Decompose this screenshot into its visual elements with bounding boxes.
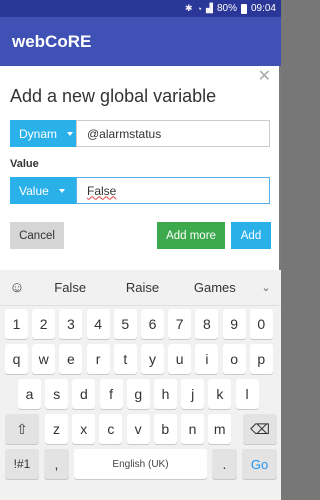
key[interactable]: j (181, 379, 205, 409)
caret-down-icon (58, 188, 65, 193)
shift-key[interactable]: ⇧ (5, 414, 39, 444)
key[interactable]: 6 (141, 309, 164, 339)
key[interactable]: 7 (168, 309, 192, 339)
battery-icon (240, 3, 247, 14)
key[interactable]: 8 (195, 309, 219, 339)
value-section-label: Value (10, 158, 39, 170)
wifi-icon: ◔ (196, 3, 203, 14)
key[interactable]: 4 (86, 309, 110, 339)
suggestion-item[interactable]: Raise (106, 280, 178, 295)
key[interactable]: z (45, 414, 68, 444)
comma-key[interactable]: , (44, 449, 69, 479)
value-type-label: Value (19, 183, 49, 198)
key[interactable]: m (208, 414, 232, 444)
go-key[interactable]: Go (242, 449, 277, 479)
value-text: False (87, 183, 117, 198)
key[interactable]: g (126, 379, 150, 409)
key[interactable]: o (222, 344, 246, 374)
key[interactable]: w (32, 344, 56, 374)
key[interactable]: y (141, 344, 164, 374)
signal-icon: ▟ (206, 3, 213, 13)
backspace-key[interactable]: ⌫ (243, 414, 277, 444)
key[interactable]: c (99, 414, 123, 444)
cancel-button[interactable]: Cancel (10, 222, 64, 249)
variable-type-dropdown[interactable]: Dynam (10, 120, 76, 147)
key[interactable]: v (126, 414, 150, 444)
value-row: Value False (10, 177, 270, 204)
key[interactable]: 0 (249, 309, 273, 339)
suggestion-bar: ☺ False Raise Games ⌄ (0, 270, 281, 306)
add-variable-dialog: ✕ Add a new global variable Dynam @alarm… (0, 66, 279, 270)
key[interactable]: i (195, 344, 219, 374)
variable-type-label: Dynam (19, 126, 58, 141)
app-title: webCoRE (12, 31, 92, 51)
key[interactable]: k (208, 379, 232, 409)
keyboard-row-z: ⇧ ⌫ zxcvbnm (0, 414, 281, 444)
add-more-button[interactable]: Add more (157, 222, 225, 249)
key[interactable]: e (59, 344, 83, 374)
space-key[interactable]: English (UK) (74, 449, 207, 479)
suggestion-item[interactable]: False (34, 280, 106, 295)
key[interactable]: x (72, 414, 96, 444)
key[interactable]: 9 (222, 309, 246, 339)
key[interactable]: h (154, 379, 177, 409)
keyboard-row-bottom: !#1 , English (UK) . Go (0, 449, 281, 479)
chevron-down-icon[interactable]: ⌄ (251, 281, 281, 294)
key[interactable]: b (153, 414, 177, 444)
value-type-dropdown[interactable]: Value (10, 177, 76, 204)
variable-name-text: @alarmstatus (87, 126, 162, 141)
keyboard: 1234567890 qwertyuiop asdfghjkl ⇧ ⌫ zxcv… (0, 306, 281, 500)
caret-down-icon (67, 131, 74, 136)
close-icon[interactable]: ✕ (258, 66, 271, 86)
key[interactable]: n (181, 414, 204, 444)
key[interactable]: d (72, 379, 96, 409)
key[interactable]: p (249, 344, 273, 374)
symbols-key[interactable]: !#1 (5, 449, 39, 479)
status-bar: ✱ ◔ ▟ 80% 09:04 (0, 0, 281, 17)
key[interactable]: f (99, 379, 123, 409)
keyboard-row-q: qwertyuiop (0, 344, 281, 374)
battery-percent: 80% (216, 3, 237, 14)
variable-name-input[interactable]: @alarmstatus (76, 120, 270, 147)
key[interactable]: s (45, 379, 69, 409)
key[interactable]: u (168, 344, 192, 374)
name-row: Dynam @alarmstatus (10, 120, 270, 147)
add-button[interactable]: Add (231, 222, 271, 249)
key[interactable]: 5 (113, 309, 137, 339)
key[interactable]: 2 (32, 309, 56, 339)
key[interactable]: a (18, 379, 41, 409)
dialog-title: Add a new global variable (10, 86, 217, 106)
emoji-icon[interactable]: ☺ (0, 279, 34, 296)
key[interactable]: l (235, 379, 259, 409)
suggestion-item[interactable]: Games (179, 280, 251, 295)
keyboard-row-numbers: 1234567890 (0, 309, 281, 339)
keyboard-row-a: asdfghjkl (0, 379, 281, 409)
key[interactable]: q (5, 344, 28, 374)
value-input[interactable]: False (76, 177, 270, 204)
key[interactable]: t (113, 344, 137, 374)
bluetooth-icon: ✱ (185, 3, 193, 13)
key[interactable]: 1 (5, 309, 28, 339)
app-bar: webCoRE (0, 17, 281, 66)
status-time: 09:04 (250, 3, 276, 14)
key[interactable]: 3 (59, 309, 83, 339)
key[interactable]: r (86, 344, 110, 374)
period-key[interactable]: . (212, 449, 237, 479)
